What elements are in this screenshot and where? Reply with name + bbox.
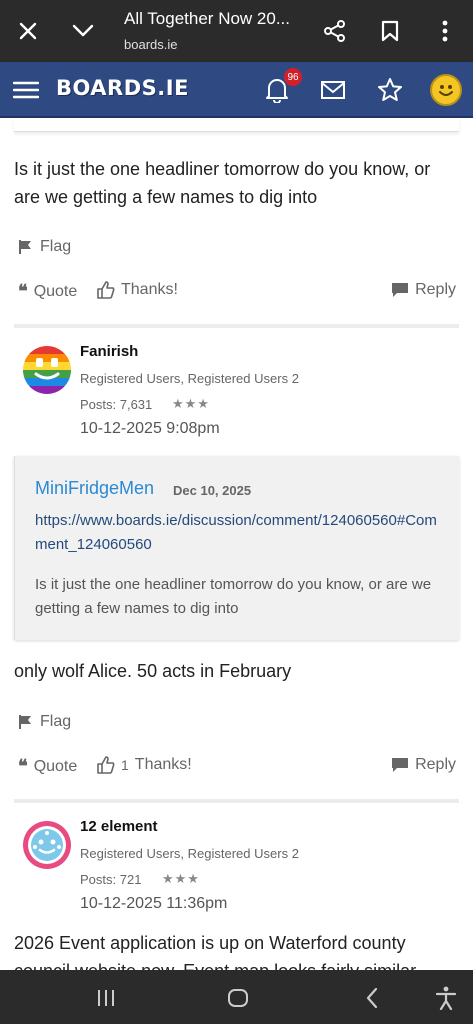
post-actions: ❝ Quote Thanks! Reply [18,281,456,303]
thanks-button[interactable]: 1 Thanks! [97,756,192,774]
bookmark-icon[interactable] [373,14,407,48]
flag-label: Flag [40,238,72,255]
reply-speech-bubble-icon [392,758,409,772]
author-role: Registered Users, Registered Users 2 [80,846,299,861]
recent-apps-icon[interactable] [92,984,120,1012]
more-options-icon[interactable] [428,14,462,48]
back-icon[interactable] [358,984,386,1012]
user-avatar[interactable] [430,74,462,106]
page-title: All Together Now 20... [124,9,290,28]
page-url: boards.ie [124,37,178,52]
author-avatar[interactable] [23,821,71,869]
hamburger-menu-icon[interactable] [10,74,42,106]
post-author-block: Fanirish Registered Users, Registered Us… [0,328,473,438]
previous-post-edge [14,118,459,132]
flag-button[interactable]: Flag [18,713,71,731]
thanks-button[interactable]: Thanks! [97,281,178,299]
author-username[interactable]: 12 element [80,818,158,835]
reply-label: Reply [415,281,456,298]
quote-icon: ❝ [18,281,28,302]
reply-label: Reply [415,756,456,773]
home-icon[interactable] [224,984,252,1012]
accessibility-icon[interactable] [432,984,460,1012]
quote-button[interactable]: ❝ Quote [18,756,77,777]
flag-label: Flag [40,713,72,730]
flag-icon [19,240,31,254]
discussion-content: Is it just the one headliner tomorrow do… [0,118,473,970]
thanks-label: Thanks! [121,281,178,298]
post-timestamp[interactable]: 10-12-2025 9:08pm [80,420,220,438]
post-body: only wolf Alice. 50 acts in February [14,661,292,681]
author-rank-stars: ★★★ [162,871,200,886]
quoted-text: Is it just the one headliner tomorrow do… [35,576,432,617]
quote-button[interactable]: ❝ Quote [18,281,77,302]
post-author-block: 12 element Registered Users, Registered … [0,803,473,913]
post-body: Is it just the one headliner tomorrow do… [14,159,431,207]
chevron-down-icon[interactable] [66,14,100,48]
thumbs-up-icon [97,281,115,299]
thanks-label: Thanks! [134,756,192,773]
quoted-author[interactable]: MiniFridgeMen [35,478,154,499]
author-post-count: Posts: 7,631 [80,397,153,412]
messages-envelope-icon[interactable] [317,74,349,106]
quoted-link[interactable]: https://www.boards.ie/discussion/comment… [35,509,445,557]
thumbs-up-icon [97,756,115,774]
author-role: Registered Users, Registered Users 2 [80,371,299,386]
quote-label: Quote [33,757,78,775]
browser-toolbar: All Together Now 20... boards.ie [0,0,473,62]
quote-icon: ❝ [18,756,28,777]
reply-button[interactable]: Reply [391,756,456,774]
quote-label: Quote [33,282,78,300]
quoted-date: Dec 10, 2025 [173,483,252,498]
author-avatar[interactable] [23,346,71,394]
bookmarks-star-icon[interactable] [374,74,406,106]
author-username[interactable]: Fanirish [80,343,138,360]
reply-speech-bubble-icon [392,283,409,297]
post-actions: ❝ Quote 1 Thanks! Reply [18,756,456,778]
author-post-count: Posts: 721 [80,872,142,887]
notification-count-badge: 96 [283,67,303,87]
author-rank-stars: ★★★ [172,396,210,411]
post-timestamp[interactable]: 10-12-2025 11:36pm [80,895,227,913]
share-icon[interactable] [318,14,352,48]
close-icon[interactable] [11,14,45,48]
post-body: 2026 Event application is up on Waterfor… [14,933,416,970]
site-logo[interactable]: BOARDS.IE [56,76,189,100]
flag-icon [19,715,31,729]
quoted-post: MiniFridgeMen Dec 10, 2025 https://www.b… [14,456,459,640]
flag-button[interactable]: Flag [18,238,71,256]
reply-button[interactable]: Reply [391,281,456,299]
system-navigation-bar [0,970,473,1024]
site-header: BOARDS.IE [0,62,473,118]
thanks-count: 1 [121,757,129,773]
